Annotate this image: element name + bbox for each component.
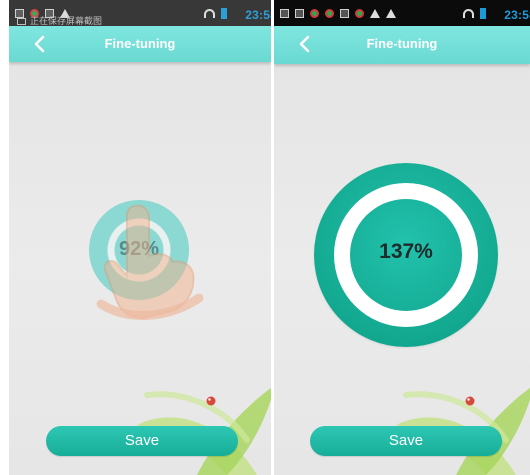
- notification-icon: [340, 9, 349, 18]
- page-title: Fine-tuning: [366, 36, 438, 51]
- wifi-icon: [463, 9, 474, 18]
- page-title: Fine-tuning: [104, 36, 176, 51]
- warning-icon: [386, 9, 396, 18]
- gauge-value: 137%: [379, 240, 433, 263]
- screenshot-comparison: 23:58 正在保存屏幕截图 Fine-tuning 92% Save: [0, 0, 530, 475]
- notification-icon: [295, 9, 304, 18]
- leaves-decoration: [137, 387, 271, 475]
- screenshot-icon: [17, 18, 26, 25]
- hand-pointer-icon: [96, 204, 204, 320]
- status-time: 23:58: [245, 8, 271, 22]
- status-bar: 23:58 正在保存屏幕截图: [9, 0, 271, 26]
- notification-icon: [280, 9, 289, 18]
- status-icons: [280, 9, 396, 18]
- left-phone-screen: 23:58 正在保存屏幕截图 Fine-tuning 92% Save: [9, 0, 271, 475]
- status-time: 23:58: [504, 8, 530, 22]
- app-notification-icon: [355, 9, 364, 18]
- save-button[interactable]: Save: [310, 426, 502, 456]
- save-button[interactable]: Save: [46, 426, 238, 456]
- app-bar: Fine-tuning: [9, 26, 271, 62]
- screenshot-notice: 正在保存屏幕截图: [17, 14, 102, 26]
- status-bar: 23:58: [274, 0, 530, 26]
- screenshot-notice-text: 正在保存屏幕截图: [30, 17, 103, 26]
- wifi-icon: [204, 9, 215, 18]
- battery-icon: [221, 8, 227, 19]
- system-icons: [463, 8, 486, 19]
- app-notification-icon: [310, 9, 319, 18]
- app-bar: Fine-tuning: [274, 26, 530, 64]
- app-notification-icon: [325, 9, 334, 18]
- right-phone-screen: 23:58 Fine-tuning 137% Save: [274, 0, 530, 475]
- system-icons: [204, 8, 227, 19]
- leaves-decoration: [396, 387, 530, 475]
- battery-icon: [480, 8, 486, 19]
- warning-icon: [370, 9, 380, 18]
